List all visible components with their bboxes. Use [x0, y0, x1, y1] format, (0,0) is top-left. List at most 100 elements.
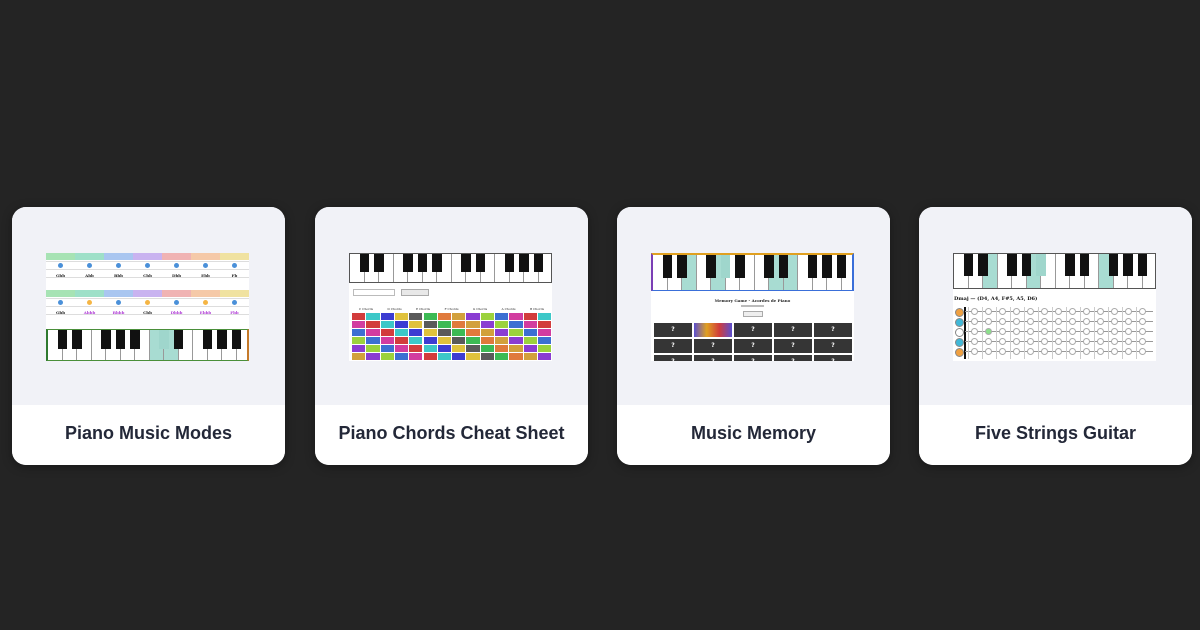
chord-cell	[495, 353, 509, 360]
chord-cell	[480, 329, 494, 336]
card-title: Five Strings Guitar	[974, 423, 1137, 443]
chord-cell	[466, 353, 480, 360]
chord-cell	[380, 321, 394, 328]
chord-column-header: A Chords	[501, 307, 516, 311]
black-key	[1123, 254, 1133, 276]
fret-line	[1080, 307, 1081, 359]
fret-dot	[1083, 338, 1090, 345]
fret-dot	[971, 348, 978, 355]
fret-dot	[1139, 348, 1146, 355]
degree-dot	[145, 263, 150, 268]
fret-dot	[1055, 308, 1062, 315]
chord-cell	[380, 329, 394, 336]
fret-dot	[1097, 318, 1104, 325]
row-divider	[46, 306, 249, 307]
card-label-area: Music Memory	[617, 405, 890, 465]
memory-tile: ?	[774, 339, 812, 353]
fret-dot	[1069, 338, 1076, 345]
header-color-cell	[46, 253, 75, 260]
chord-cell	[423, 329, 437, 336]
thumbnail-area: Memory Game - Acordes de Piano ?????????…	[617, 207, 890, 405]
header-color-cell	[133, 290, 162, 297]
fret-dot	[1069, 308, 1076, 315]
black-key	[978, 254, 988, 276]
chord-cell	[437, 353, 452, 360]
chord-cell	[480, 353, 494, 360]
memory-tile: ?	[814, 323, 852, 337]
degree-dot	[174, 263, 179, 268]
chord-cell	[352, 321, 366, 328]
black-key	[662, 255, 673, 278]
black-key	[706, 255, 716, 278]
chord-cell	[523, 329, 537, 336]
black-key	[403, 254, 413, 272]
fret-dot	[971, 328, 978, 335]
card-music-memory[interactable]: Memory Game - Acordes de Piano ?????????…	[617, 207, 890, 465]
fret-dot	[985, 338, 992, 345]
degree-dot	[87, 300, 92, 305]
fret-dot	[1013, 338, 1020, 345]
degree-dot	[116, 263, 121, 268]
fret-dot	[1055, 338, 1062, 345]
chord-cell	[394, 329, 409, 336]
fret-line	[968, 307, 969, 359]
chord-cell	[437, 321, 452, 328]
chord-cell	[409, 329, 423, 336]
black-key	[1079, 254, 1090, 276]
chord-cell	[509, 329, 523, 336]
card-five-strings-guitar[interactable]: Dmaj — (D4, A4, F#5, A5, D6) Five String…	[919, 207, 1192, 465]
fret-dot	[1027, 338, 1034, 345]
fret-dot	[1041, 348, 1048, 355]
chord-cell	[537, 353, 552, 360]
open-string-dot	[955, 338, 964, 347]
fret-dot	[999, 338, 1006, 345]
chord-cell	[437, 345, 452, 352]
piano-chords-cheat-sheet-thumbnail: C Chords D Chords E Chords F Chords G Chords…	[349, 253, 552, 361]
card-label-area: Piano Chords Cheat Sheet	[315, 405, 588, 465]
header-color-cell	[220, 253, 249, 260]
chord-cell	[452, 337, 466, 344]
game-subtitle	[741, 305, 764, 307]
chord-cell	[352, 313, 366, 320]
chord-cell	[509, 337, 523, 344]
card-piano-chords-cheat-sheet[interactable]: C Chords D Chords E Chords F Chords G Chords…	[315, 207, 588, 465]
chord-cell	[523, 345, 537, 352]
chord-cell	[394, 321, 409, 328]
fret-dot	[971, 308, 978, 315]
card-piano-music-modes[interactable]: Escala mayor de Gbb Escala mayor de Gbb …	[12, 207, 285, 465]
black-key	[1036, 254, 1046, 276]
black-key	[1065, 254, 1075, 276]
chord-cell	[523, 321, 537, 328]
memory-tile: ?	[694, 339, 732, 353]
black-key	[836, 255, 847, 278]
chord-cell	[537, 329, 552, 336]
header-color-cell	[133, 253, 162, 260]
chord-column-header: F Chords	[444, 307, 459, 311]
fret-dot	[1097, 308, 1104, 315]
memory-tile: ?	[654, 339, 692, 353]
row-divider	[46, 269, 249, 270]
chord-cell	[509, 345, 523, 352]
chord-cell	[437, 337, 452, 344]
chord-cell	[380, 313, 394, 320]
fret-dot	[1111, 308, 1118, 315]
five-strings-guitar-thumbnail: Dmaj — (D4, A4, F#5, A5, D6)	[953, 253, 1156, 361]
memory-tile	[694, 323, 732, 337]
chord-cell	[495, 337, 509, 344]
black-key	[677, 255, 687, 278]
fret-dot	[971, 318, 978, 325]
black-key	[519, 254, 529, 272]
fret-dot	[1055, 318, 1062, 325]
chord-cell	[409, 353, 423, 360]
fret-dot	[1111, 348, 1118, 355]
black-key	[735, 255, 745, 278]
chord-cell	[366, 321, 380, 328]
chord-cell	[352, 337, 366, 344]
card-title: Music Memory	[690, 423, 817, 443]
chord-cell	[466, 345, 480, 352]
chord-cell	[423, 353, 437, 360]
memory-tile: ?	[814, 339, 852, 353]
chord-cell	[537, 345, 552, 352]
search-field	[353, 289, 395, 296]
fret-dot	[1055, 348, 1062, 355]
